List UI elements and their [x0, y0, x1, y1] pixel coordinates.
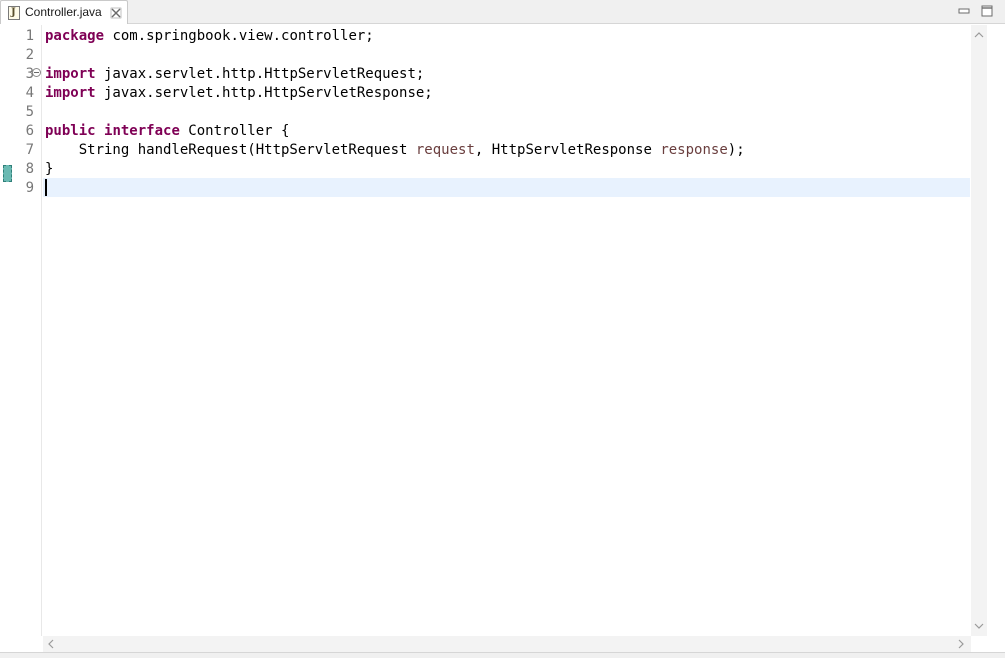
- code-editor[interactable]: [14, 25, 971, 636]
- code-token: );: [727, 142, 745, 158]
- parameter-token: response: [660, 142, 728, 158]
- code-line: import javax.servlet.http.HttpServletReq…: [45, 65, 424, 84]
- line-number: 7: [25, 142, 34, 158]
- text-caret: [45, 179, 47, 196]
- code-token: com.springbook.view.controller;: [104, 28, 374, 44]
- keyword-token: public: [45, 123, 96, 139]
- line-number: 5: [25, 104, 34, 120]
- tab-controller-java[interactable]: J Controller.java: [0, 0, 128, 24]
- code-token: Controller {: [179, 123, 290, 139]
- keyword-token: package: [45, 28, 105, 44]
- scroll-right-icon[interactable]: [953, 636, 969, 652]
- bottom-border: [0, 652, 1005, 658]
- fold-collapse-icon[interactable]: [32, 68, 41, 77]
- keyword-token: interface: [104, 123, 180, 139]
- java-file-icon-glyph: J: [11, 7, 16, 18]
- maximize-icon[interactable]: [980, 4, 994, 18]
- close-icon[interactable]: [109, 6, 123, 20]
- line-number: 4: [25, 85, 34, 101]
- keyword-token: import: [45, 85, 96, 101]
- line-number: 9: [25, 180, 34, 196]
- horizontal-scrollbar[interactable]: [43, 636, 971, 652]
- scroll-up-icon[interactable]: [971, 27, 987, 43]
- parameter-token: request: [415, 142, 475, 158]
- code-line: public interface Controller {: [45, 122, 289, 141]
- line-number: 1: [25, 28, 34, 44]
- java-file-icon: J: [8, 6, 20, 20]
- line-number: 2: [25, 47, 34, 63]
- code-line: String handleRequest(HttpServletRequest …: [45, 141, 745, 160]
- line-number: 6: [25, 123, 34, 139]
- line-number: 8: [25, 161, 34, 177]
- keyword-token: import: [45, 66, 96, 82]
- overview-ruler: [987, 24, 1005, 652]
- editor-tab-bar: J Controller.java: [0, 0, 1005, 24]
- code-token: , HttpServletResponse: [474, 142, 661, 158]
- code-token: javax.servlet.http.HttpServletResponse;: [95, 85, 433, 101]
- change-marker[interactable]: [3, 165, 12, 182]
- vertical-scrollbar[interactable]: [971, 25, 987, 636]
- minimize-icon[interactable]: [957, 4, 971, 18]
- code-line: import javax.servlet.http.HttpServletRes…: [45, 84, 433, 103]
- annotation-ruler: [0, 24, 14, 658]
- line-number: 3: [25, 66, 34, 82]
- code-line: }: [45, 160, 53, 179]
- code-line: package com.springbook.view.controller;: [45, 27, 374, 46]
- scroll-left-icon[interactable]: [43, 636, 59, 652]
- line-number-ruler: 1 2 3 4 5 6 7 8 9: [14, 25, 42, 636]
- scroll-down-icon[interactable]: [971, 618, 987, 634]
- current-line-highlight: [43, 178, 970, 197]
- code-token: javax.servlet.http.HttpServletRequest;: [95, 66, 425, 82]
- code-token: }: [45, 161, 54, 177]
- code-token: String handleRequest(HttpServletRequest: [45, 142, 416, 158]
- tab-label: Controller.java: [25, 5, 102, 19]
